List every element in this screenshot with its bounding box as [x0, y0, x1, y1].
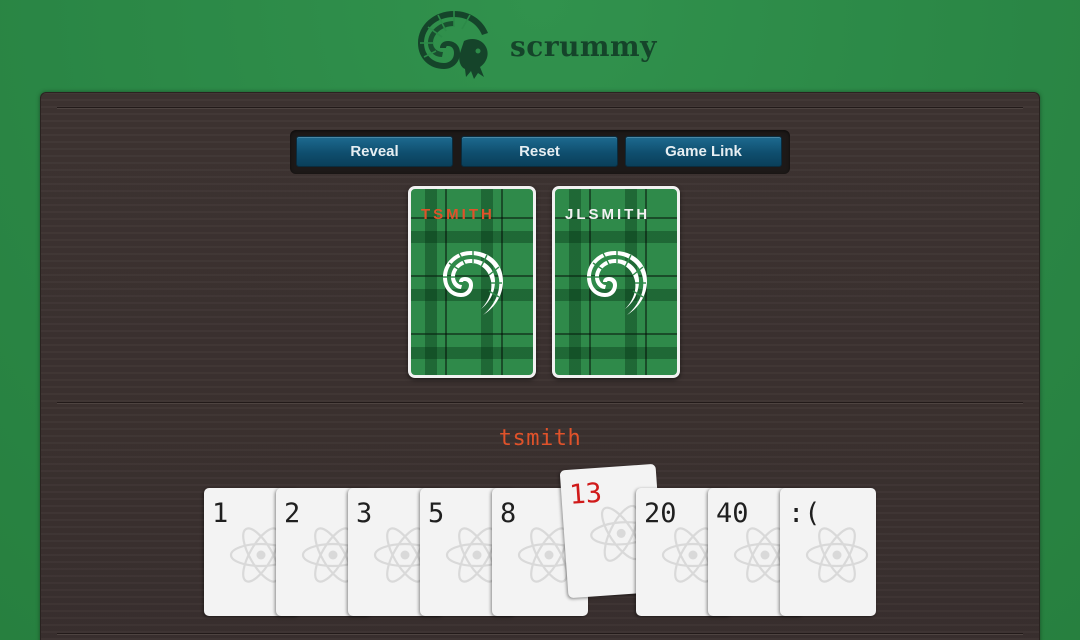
hand-card-value: 2 — [284, 498, 301, 529]
hand-card-value: 5 — [428, 498, 445, 529]
ram-horn-icon — [443, 251, 503, 315]
played-card-player-name: TSMITH — [421, 206, 495, 223]
hand-card-value: :( — [788, 498, 821, 529]
reveal-button[interactable]: Reveal — [296, 136, 453, 167]
hand-card-value: 8 — [500, 498, 517, 529]
played-card-player-name: JLSMITH — [565, 206, 651, 223]
hand-card-value: 13 — [568, 477, 603, 511]
current-user-name: tsmith — [498, 426, 582, 451]
hand-card-value: 40 — [716, 498, 749, 529]
game-link-button[interactable]: Game Link — [625, 136, 782, 167]
played-card-jlsmith[interactable]: JLSMITH — [552, 186, 680, 378]
brand-name: scrummy — [510, 30, 657, 63]
hand-card-value: 3 — [356, 498, 373, 529]
button-bar: Reveal Reset Game Link — [290, 130, 790, 174]
hand-card-value: 1 — [212, 498, 229, 529]
divider — [57, 107, 1023, 109]
hand-card[interactable]: :( — [780, 488, 876, 616]
ram-horn-icon — [587, 251, 647, 315]
ram-octopus-logo-icon — [418, 11, 488, 79]
game-board: Reveal Reset Game Link TSMITH JLSMITH ts… — [40, 92, 1040, 640]
reset-button[interactable]: Reset — [461, 136, 618, 167]
divider — [57, 402, 1023, 404]
atom-icon — [805, 527, 869, 583]
hand-card-value: 20 — [644, 498, 677, 529]
divider — [57, 633, 1023, 635]
played-card-tsmith[interactable]: TSMITH — [408, 186, 536, 378]
header: scrummy — [0, 0, 1080, 90]
